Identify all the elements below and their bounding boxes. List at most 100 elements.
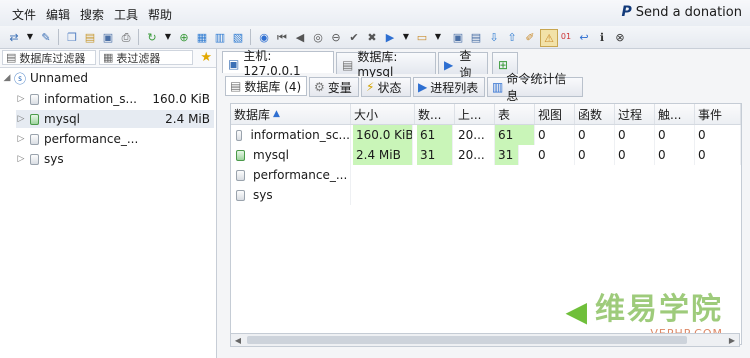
refresh-icon[interactable]: ↻ [144,29,160,45]
load-query-icon[interactable]: ▤ [468,29,484,45]
warning-icon[interactable]: ⚠ [540,29,558,47]
add-view-icon[interactable]: ▥ [212,29,228,45]
new-db-icon[interactable]: ⊕ [176,29,192,45]
scroll-right-icon[interactable]: ▶ [725,334,739,346]
prev-icon[interactable]: ◀ [292,29,308,45]
col-header-size[interactable]: 大小 [351,104,415,124]
database-icon [30,133,39,145]
info-icon[interactable]: ℹ [594,29,610,45]
dropdown-icon[interactable]: ▼ [160,29,176,45]
cell-name: performance_... [231,165,351,185]
database-icon [236,189,245,201]
col-header-items[interactable]: 数... [415,104,455,124]
edit-icon[interactable]: ✎ [38,29,54,45]
print-icon[interactable]: ⎙ [118,29,134,45]
paypal-icon: P [621,4,632,20]
tree-root[interactable]: ◢ ⓢ Unnamed [2,69,214,87]
tree-item-performance-schema[interactable]: ▷ performance_... [16,130,214,148]
subtab-processlist[interactable]: ▶ 进程列表 [413,77,485,97]
db-filter-input[interactable]: ▤ 数据库过滤器 [2,50,96,65]
col-header-tables[interactable]: 表 [495,104,535,124]
tree-item-information-schema[interactable]: ▷ information_s... 160.0 KiB [16,90,214,108]
database-icon [236,169,245,181]
tab-query[interactable]: ▶ 查询 [438,49,488,80]
favorite-star-icon[interactable]: ★ [200,50,212,65]
table-row[interactable]: information_sc... 160.0 KiB 61 20... 61 … [231,125,741,145]
collapsed-arrow-icon[interactable]: ▷ [16,134,26,144]
add-proc-icon[interactable]: ▧ [230,29,246,45]
collapsed-arrow-icon[interactable]: ▷ [16,94,26,104]
close-icon[interactable]: ✖ [364,29,380,45]
subtab-databases[interactable]: ▤ 数据库 (4) [225,76,307,96]
col-header-functions[interactable]: 函数 [575,104,615,124]
col-header-updated[interactable]: 上... [455,104,495,124]
dropdown-icon[interactable]: ▼ [22,29,38,45]
play-icon: ▶ [418,80,428,94]
database-icon [30,153,39,165]
col-header-database[interactable]: 数据库 ▲ [231,104,351,124]
menu-search[interactable]: 搜索 [80,6,104,23]
databases-grid: 数据库 ▲ 大小 数... 上... 表 视图 函数 过程 触... 事件 in… [230,103,742,345]
dropdown-icon[interactable]: ▼ [430,29,446,45]
collapsed-arrow-icon[interactable]: ▷ [16,114,26,124]
import-icon[interactable]: ⇩ [486,29,502,45]
database-icon [30,93,39,105]
tree-item-mysql[interactable]: ▷ mysql 2.4 MiB [16,110,214,128]
table-filter-input[interactable]: ▦ 表过滤器 [99,50,193,65]
subtab-variables[interactable]: ⚙ 变量 [309,77,359,97]
export-icon[interactable]: ⇧ [504,29,520,45]
col-header-triggers[interactable]: 触... [655,104,695,124]
run-icon[interactable]: ▶ [382,29,398,45]
col-header-procedures[interactable]: 过程 [615,104,655,124]
save-icon[interactable]: ▣ [100,29,116,45]
minus-icon[interactable]: ⊖ [328,29,344,45]
menu-edit[interactable]: 编辑 [46,6,70,23]
col-header-events[interactable]: 事件 [695,104,741,124]
donation-button[interactable]: P Send a donation [621,4,742,20]
database-active-icon [236,149,245,161]
table-row[interactable]: performance_... [231,165,741,185]
paste-icon[interactable]: ▤ [82,29,98,45]
horizontal-scrollbar[interactable]: ◀ ▶ [230,333,740,347]
query-icon[interactable]: ▭ [414,29,430,45]
scroll-thumb[interactable] [247,336,687,344]
menu-bar: 文件 编辑 搜索 工具 帮助 P Send a donation [0,0,750,27]
col-header-label: 数据库 [234,107,271,122]
save-query-icon[interactable]: ▣ [450,29,466,45]
scroll-left-icon[interactable]: ◀ [231,334,245,346]
first-icon[interactable]: ⏮ [274,29,290,45]
stop-icon[interactable]: ◎ [310,29,326,45]
add-table-icon[interactable]: ▦ [194,29,210,45]
sort-asc-icon: ▲ [273,109,280,119]
tree-item-sys[interactable]: ▷ sys [16,150,214,168]
note-icon[interactable]: ✐ [522,29,538,45]
tab-database[interactable]: ▤ 数据库: mysql [336,50,436,79]
bar-chart-icon: ▥ [492,80,504,94]
subtab-variables-label: 变量 [327,80,352,95]
col-header-views[interactable]: 视图 [535,104,575,124]
collapsed-arrow-icon[interactable]: ▷ [16,154,26,164]
table-row[interactable]: mysql 2.4 MiB 31 20... 31 0 0 0 0 0 [231,145,741,165]
new-tab-icon: ⊞ [498,58,509,72]
cell-updated: 20... [455,145,495,165]
connect-icon[interactable]: ⇄ [6,29,22,45]
subtab-command-stats[interactable]: ▥ 命令统计信息 [487,72,583,103]
table-filter-label: 表过滤器 [116,51,161,65]
dropdown-icon[interactable]: ▼ [398,29,414,45]
cell-triggers: 0 [655,145,695,165]
menu-file[interactable]: 文件 [12,6,36,23]
tab-host[interactable]: ▣ 主机: 127.0.0.1 [222,49,334,78]
tab-host-label: 主机: 127.0.0.1 [243,49,301,78]
binary-icon[interactable]: 01 [558,29,574,45]
expanded-arrow-icon[interactable]: ◢ [2,73,12,83]
menu-help[interactable]: 帮助 [148,6,172,23]
subtab-status[interactable]: ⚡ 状态 [361,77,411,97]
wrap-icon[interactable]: ↩ [576,29,592,45]
help-icon[interactable]: ◉ [256,29,272,45]
menu-tools[interactable]: 工具 [114,6,138,23]
table-row[interactable]: sys [231,185,741,205]
cell-items: 61 [417,125,453,145]
cancel-icon[interactable]: ⊗ [612,29,628,45]
check-icon[interactable]: ✔ [346,29,362,45]
copy-icon[interactable]: ❐ [64,29,80,45]
